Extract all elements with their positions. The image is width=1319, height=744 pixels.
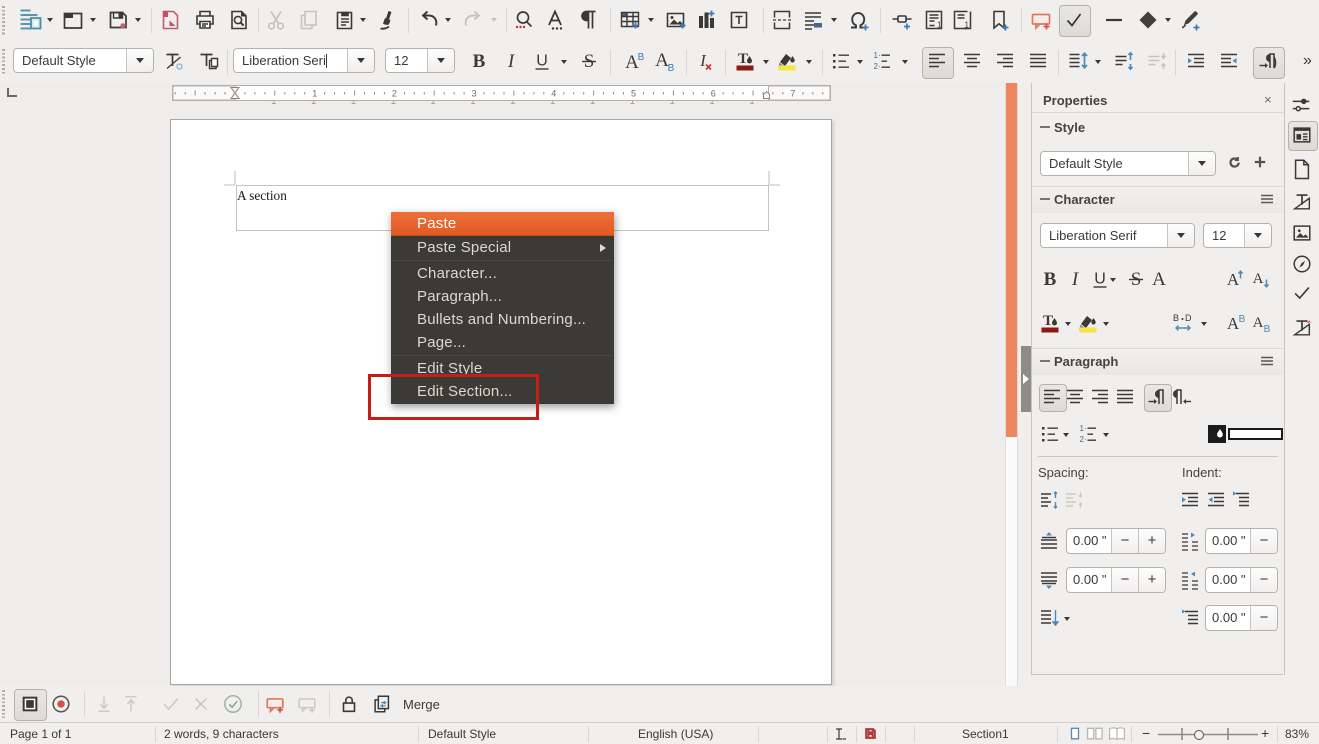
- svg-text:T: T: [1043, 313, 1053, 329]
- svg-text:1·: 1·: [1080, 424, 1087, 433]
- svg-text:2·: 2·: [874, 62, 881, 71]
- svg-text:T: T: [738, 51, 748, 67]
- svg-text:A: A: [1253, 271, 1264, 287]
- svg-text:B: B: [1239, 314, 1246, 325]
- svg-text:B: B: [1264, 324, 1271, 335]
- svg-text:U: U: [536, 53, 548, 70]
- svg-text:U: U: [1094, 271, 1106, 288]
- svg-text:1: 1: [937, 21, 942, 30]
- svg-text:A: A: [1152, 269, 1166, 290]
- svg-text:I: I: [1071, 269, 1080, 290]
- svg-text:4: 4: [551, 89, 556, 99]
- svg-text:3: 3: [472, 89, 477, 99]
- svg-text:2·: 2·: [1080, 435, 1087, 444]
- svg-text:B: B: [638, 52, 645, 63]
- svg-text:B: B: [473, 51, 486, 72]
- svg-text:I: I: [699, 51, 707, 70]
- svg-text:5: 5: [631, 89, 636, 99]
- svg-text:I: I: [507, 51, 516, 72]
- svg-text:B: B: [1173, 313, 1179, 323]
- svg-text:B: B: [1044, 269, 1057, 290]
- svg-text:6: 6: [711, 89, 716, 99]
- svg-text:A: A: [1253, 315, 1264, 331]
- svg-text:1·: 1·: [874, 51, 881, 60]
- svg-text:A: A: [1227, 270, 1240, 289]
- svg-text:B: B: [668, 63, 675, 74]
- svg-text:D: D: [1185, 313, 1192, 323]
- svg-text:2: 2: [392, 89, 397, 99]
- svg-text:7: 7: [790, 89, 795, 99]
- svg-text:1: 1: [312, 89, 317, 99]
- svg-text:1: 1: [965, 21, 970, 30]
